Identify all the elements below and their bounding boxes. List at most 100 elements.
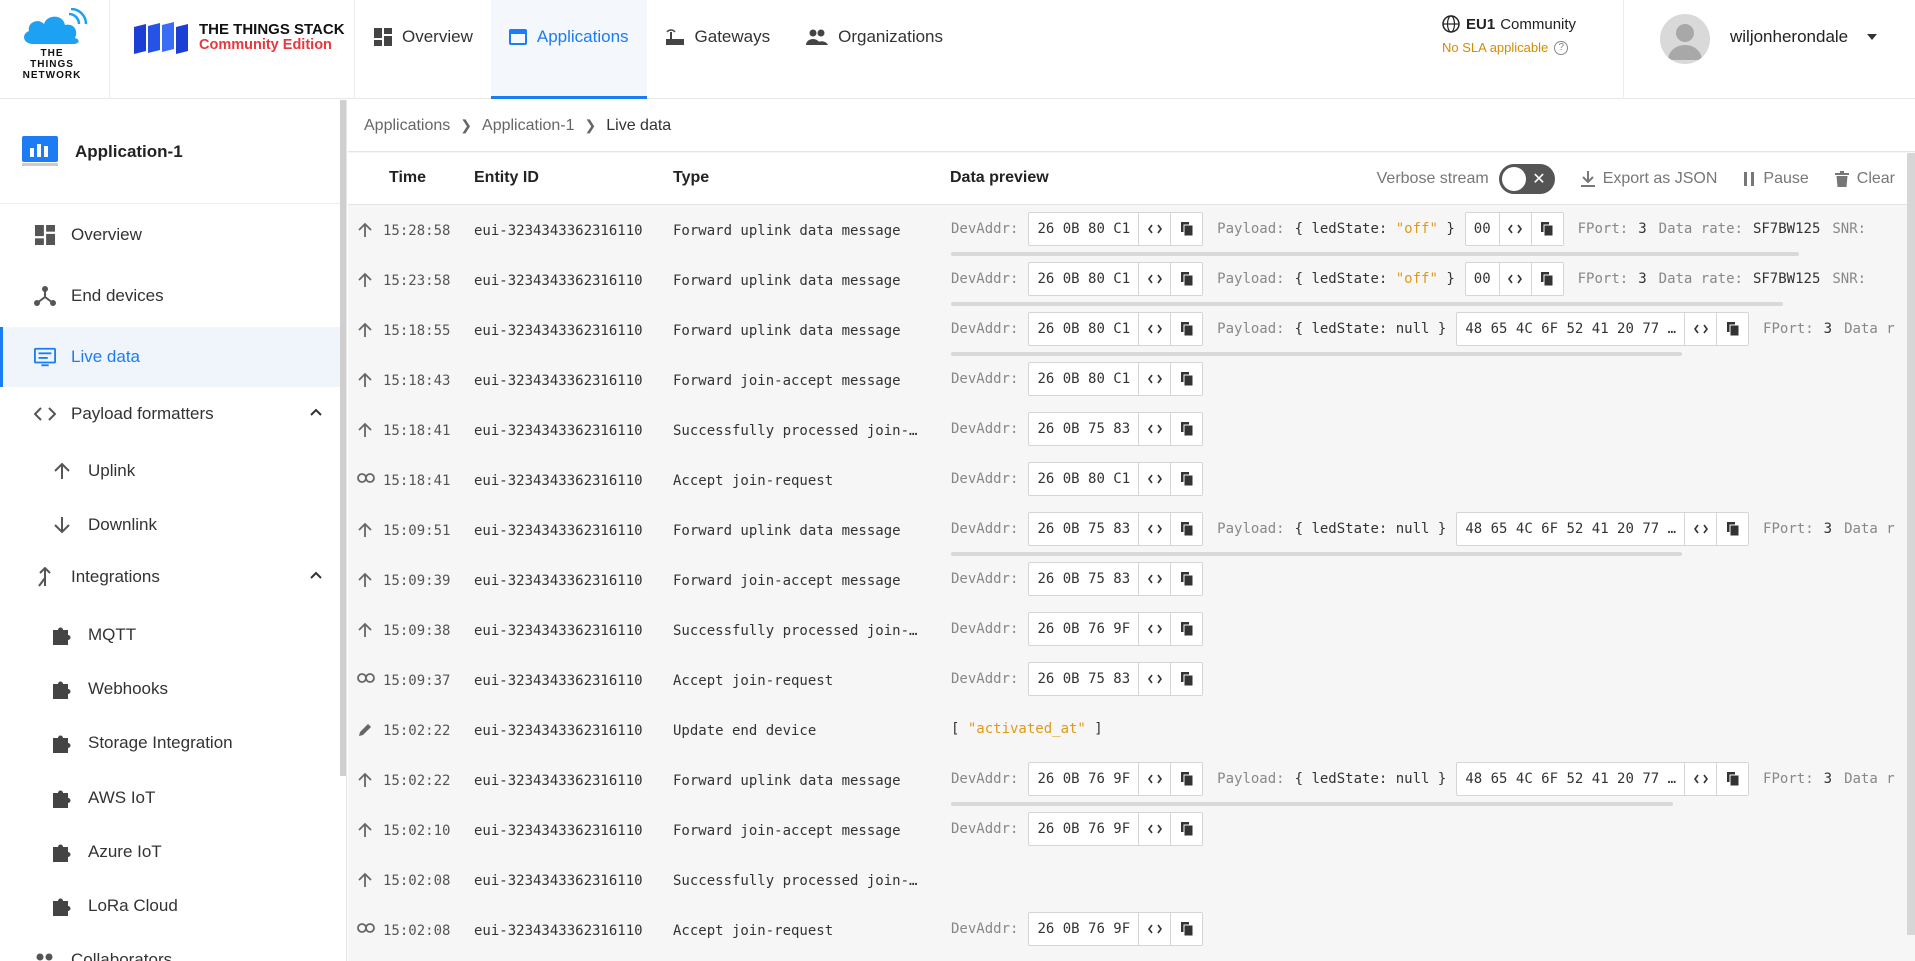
event-row[interactable]: 15:18:43 eui-3234343362316110 Forward join…	[348, 356, 1915, 406]
payload-hex-box-value[interactable]: 48 65 4C 6F 52 41 20 77 …	[1457, 313, 1684, 345]
copy-icon[interactable]	[1530, 263, 1563, 295]
event-entity-id[interactable]: eui-3234343362316110	[474, 223, 643, 239]
nav-organizations[interactable]: Organizations	[788, 0, 961, 99]
event-row[interactable]: 15:02:22 eui-3234343362316110 Forward upli…	[348, 756, 1915, 806]
code-icon[interactable]	[1684, 313, 1717, 345]
event-entity-id[interactable]: eui-3234343362316110	[474, 773, 643, 789]
copy-icon[interactable]	[1170, 813, 1203, 845]
code-icon[interactable]	[1498, 263, 1531, 295]
copy-icon[interactable]	[1170, 513, 1203, 545]
code-icon[interactable]	[1138, 213, 1171, 245]
code-icon[interactable]	[1138, 513, 1171, 545]
ttn-logo[interactable]: THE THINGS NETWORK	[0, 0, 110, 99]
copy-icon[interactable]	[1170, 363, 1203, 395]
event-row[interactable]: 15:09:39 eui-3234343362316110 Forward join…	[348, 556, 1915, 606]
sidebar-item-end-devices[interactable]: End devices	[0, 266, 340, 326]
help-icon[interactable]: ?	[1554, 40, 1569, 55]
code-icon[interactable]	[1138, 913, 1171, 945]
event-entity-id[interactable]: eui-3234343362316110	[474, 473, 643, 489]
export-json-button[interactable]: Export as JSON	[1580, 170, 1717, 188]
copy-icon[interactable]	[1530, 213, 1563, 245]
event-row[interactable]: 15:18:55 eui-3234343362316110 Forward upli…	[348, 306, 1915, 356]
devaddr-box-value[interactable]: 26 0B 76 9F	[1029, 613, 1138, 645]
sidebar-item-uplink[interactable]: Uplink	[0, 441, 340, 501]
code-icon[interactable]	[1138, 363, 1171, 395]
nav-gateways[interactable]: Gateways	[647, 0, 789, 99]
sidebar-item-mqtt[interactable]: MQTT	[0, 605, 340, 665]
code-icon[interactable]	[1138, 313, 1171, 345]
chevron-up-icon[interactable]	[310, 571, 322, 579]
devaddr-box-value[interactable]: 26 0B 80 C1	[1029, 263, 1138, 295]
sidebar-item-integrations[interactable]: Integrations	[0, 547, 340, 607]
event-row[interactable]: 15:09:37 eui-3234343362316110 Accept join-…	[348, 656, 1915, 706]
event-entity-id[interactable]: eui-3234343362316110	[474, 673, 643, 689]
copy-icon[interactable]	[1170, 913, 1203, 945]
payload-hex-box-value[interactable]: 48 65 4C 6F 52 41 20 77 …	[1457, 763, 1684, 795]
event-row[interactable]: 15:18:41 eui-3234343362316110 Successfully…	[348, 406, 1915, 456]
sidebar-item-overview[interactable]: Overview	[0, 205, 340, 265]
sidebar-item-downlink[interactable]: Downlink	[0, 495, 340, 555]
nav-overview[interactable]: Overview	[356, 0, 491, 99]
copy-icon[interactable]	[1170, 563, 1203, 595]
event-entity-id[interactable]: eui-3234343362316110	[474, 623, 643, 639]
event-row[interactable]: 15:09:38 eui-3234343362316110 Successfully…	[348, 606, 1915, 656]
breadcrumb-applications[interactable]: Applications	[364, 117, 450, 135]
copy-icon[interactable]	[1170, 213, 1203, 245]
devaddr-box-value[interactable]: 26 0B 76 9F	[1029, 763, 1138, 795]
sidebar-item-storage-integration[interactable]: Storage Integration	[0, 713, 340, 773]
payload-hex-box-value[interactable]: 48 65 4C 6F 52 41 20 77 …	[1457, 513, 1684, 545]
sidebar-scrollbar[interactable]	[340, 100, 346, 776]
copy-icon[interactable]	[1170, 313, 1203, 345]
event-entity-id[interactable]: eui-3234343362316110	[474, 923, 643, 939]
copy-icon[interactable]	[1716, 313, 1749, 345]
event-entity-id[interactable]: eui-3234343362316110	[474, 323, 643, 339]
sidebar-item-lora-cloud[interactable]: LoRa Cloud	[0, 876, 340, 936]
code-icon[interactable]	[1138, 413, 1171, 445]
copy-icon[interactable]	[1170, 413, 1203, 445]
code-icon[interactable]	[1138, 613, 1171, 645]
code-icon[interactable]	[1498, 213, 1531, 245]
event-row[interactable]: 15:09:51 eui-3234343362316110 Forward upli…	[348, 506, 1915, 556]
event-row[interactable]: 15:02:22 eui-3234343362316110 Update end d…	[348, 706, 1915, 756]
copy-icon[interactable]	[1170, 613, 1203, 645]
sidebar-item-aws-iot[interactable]: AWS IoT	[0, 768, 340, 828]
devaddr-box-value[interactable]: 26 0B 76 9F	[1029, 913, 1138, 945]
devaddr-box-value[interactable]: 26 0B 80 C1	[1029, 363, 1138, 395]
code-icon[interactable]	[1138, 763, 1171, 795]
event-row[interactable]: 15:02:08 eui-3234343362316110 Accept join-…	[348, 906, 1915, 956]
things-stack-logo[interactable]: THE THINGS STACK Community Edition	[110, 0, 355, 99]
copy-icon[interactable]	[1170, 463, 1203, 495]
code-icon[interactable]	[1138, 813, 1171, 845]
verbose-stream-toggle[interactable]: ✕	[1498, 164, 1555, 194]
sidebar-item-azure-iot[interactable]: Azure IoT	[0, 822, 340, 882]
code-icon[interactable]	[1138, 263, 1171, 295]
payload-hex-box-value[interactable]: 00	[1466, 263, 1499, 295]
code-icon[interactable]	[1684, 763, 1717, 795]
event-row[interactable]: 15:23:58 eui-3234343362316110 Forward upli…	[348, 256, 1915, 306]
main-scrollbar[interactable]	[1907, 153, 1915, 935]
code-icon[interactable]	[1138, 663, 1171, 695]
code-icon[interactable]	[1138, 463, 1171, 495]
sidebar-item-live-data[interactable]: Live data	[0, 327, 340, 387]
copy-icon[interactable]	[1170, 663, 1203, 695]
copy-icon[interactable]	[1170, 763, 1203, 795]
sidebar-item-webhooks[interactable]: Webhooks	[0, 659, 340, 719]
code-icon[interactable]	[1138, 563, 1171, 595]
user-menu[interactable]: wiljonherondale	[1623, 0, 1915, 99]
event-entity-id[interactable]: eui-3234343362316110	[474, 573, 643, 589]
event-entity-id[interactable]: eui-3234343362316110	[474, 373, 643, 389]
event-entity-id[interactable]: eui-3234343362316110	[474, 273, 643, 289]
devaddr-box-value[interactable]: 26 0B 75 83	[1029, 563, 1138, 595]
event-row[interactable]: 15:28:58 eui-3234343362316110 Forward upli…	[348, 206, 1915, 256]
sidebar-item-payload-formatters[interactable]: Payload formatters	[0, 384, 340, 444]
event-entity-id[interactable]: eui-3234343362316110	[474, 423, 643, 439]
breadcrumb-application[interactable]: Application-1	[482, 117, 575, 135]
devaddr-box-value[interactable]: 26 0B 80 C1	[1029, 463, 1138, 495]
event-entity-id[interactable]: eui-3234343362316110	[474, 823, 643, 839]
copy-icon[interactable]	[1716, 763, 1749, 795]
event-row[interactable]: 15:02:10 eui-3234343362316110 Forward join…	[348, 806, 1915, 856]
event-entity-id[interactable]: eui-3234343362316110	[474, 523, 643, 539]
sidebar-item-collaborators[interactable]: Collaborators	[0, 930, 340, 961]
event-row[interactable]: 15:02:08 eui-3234343362316110 Successfully…	[348, 856, 1915, 906]
copy-icon[interactable]	[1170, 263, 1203, 295]
